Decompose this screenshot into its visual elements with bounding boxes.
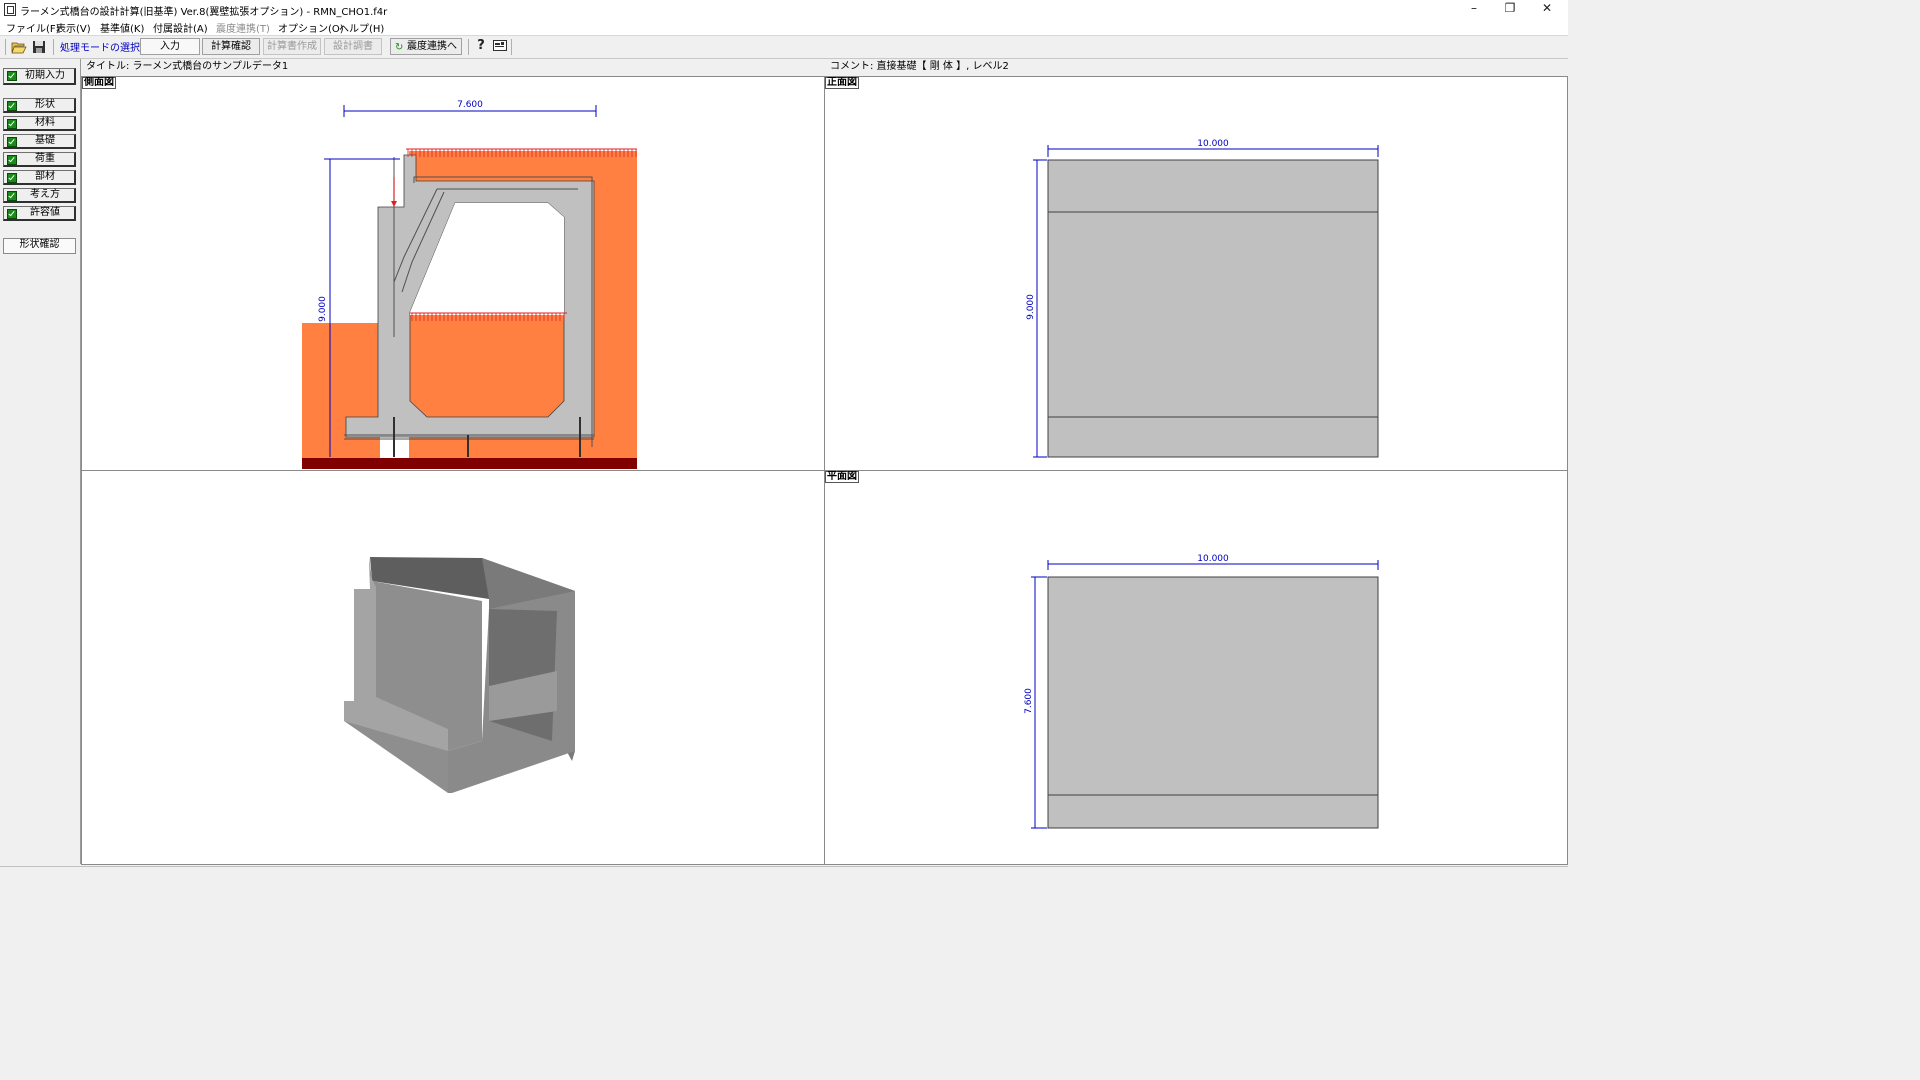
toolbar-grip (5, 39, 6, 55)
data-title: タイトル: ラーメン式橋台のサンプルデータ1 (86, 59, 821, 76)
title-bar: ラーメン式橋台の設計計算(旧基準) Ver.8(翼壁拡張オプション) - RMN… (0, 0, 1568, 18)
dim-width-text: 10.000 (1197, 139, 1229, 149)
dim-height-text: 7.600 (1024, 688, 1034, 714)
folder-open-icon[interactable] (11, 39, 27, 55)
initial-input-label: 初期入力 (25, 70, 65, 81)
floppy-save-icon[interactable] (31, 39, 47, 55)
sidebar-item-approach[interactable]: 考え方 (3, 188, 76, 203)
restore-button[interactable]: ❐ (1490, 0, 1530, 18)
data-comment: コメント: 直接基礎【 剛 体 】, レベル2 (830, 59, 1560, 76)
close-button[interactable]: ✕ (1527, 0, 1567, 18)
check-icon (7, 155, 17, 165)
menu-help[interactable]: ヘルプ(H) (339, 20, 384, 35)
check-icon (7, 173, 17, 183)
foundation-base (302, 458, 637, 469)
side-view-pane[interactable]: 側面図 7.600 9.000 (81, 76, 825, 471)
sidebar-item-load[interactable]: 荷重 (3, 152, 76, 167)
toolbar-separator (511, 39, 512, 55)
sidebar-item-label: 許容値 (30, 207, 60, 218)
app-icon (4, 3, 16, 16)
sidebar-item-allowable[interactable]: 許容値 (3, 206, 76, 221)
menu-bar: ファイル(F) 表示(V) 基準値(K) 付属設計(A) 震度連携(T) オプシ… (0, 18, 1568, 36)
front-view-body (1047, 159, 1379, 458)
sidebar-item-label: 荷重 (35, 153, 55, 164)
toolbar-separator (53, 39, 54, 55)
seismic-link-button[interactable]: ↻ 震度連携へ (390, 38, 462, 55)
menu-standard-values[interactable]: 基準値(K) (100, 20, 144, 35)
sidebar-item-shape[interactable]: 形状 (3, 98, 76, 113)
menu-file[interactable]: ファイル(F) (6, 20, 60, 35)
sidebar: 初期入力 形状 材料 基礎 荷重 部材 考え方 許容値 形状確認 (0, 59, 81, 864)
check-icon (7, 209, 17, 219)
point-load-arrowhead (391, 201, 397, 207)
window-title: ラーメン式橋台の設計計算(旧基準) Ver.8(翼壁拡張オプション) - RMN… (20, 7, 388, 18)
plan-view-body (1047, 576, 1379, 829)
minimize-button[interactable]: – (1454, 0, 1494, 18)
toolbar-separator (468, 39, 469, 55)
sidebar-item-foundation[interactable]: 基礎 (3, 134, 76, 149)
check-icon (7, 191, 17, 201)
front-view-drawing: 10.000 9.000 (1026, 139, 1379, 458)
dim-height-text: 9.000 (1026, 294, 1036, 320)
dim-width-text: 10.000 (1197, 554, 1229, 564)
dim-width-text: 7.600 (457, 100, 483, 110)
check-icon (7, 71, 17, 81)
help-question-icon[interactable]: ? (474, 38, 488, 54)
input-mode-button[interactable]: 入力 (140, 38, 200, 55)
sidebar-item-label: 形状 (35, 99, 55, 110)
calc-check-button[interactable]: 計算確認 (202, 38, 260, 55)
sidebar-item-material[interactable]: 材料 (3, 116, 76, 131)
seismic-link-label: 震度連携へ (407, 41, 457, 52)
report-create-button[interactable]: 計算書作成 (263, 38, 321, 55)
shape-check-button[interactable]: 形状確認 (3, 238, 76, 254)
plan-view-drawing: 10.000 7.600 (1024, 554, 1379, 829)
sidebar-item-member[interactable]: 部材 (3, 170, 76, 185)
dim-height-text: 9.000 (318, 296, 328, 322)
initial-input-button[interactable]: 初期入力 (3, 68, 76, 85)
check-icon (7, 119, 17, 129)
menu-view[interactable]: 表示(V) (56, 20, 91, 35)
menu-attached-design[interactable]: 付属設計(A) (153, 20, 208, 35)
mode-select-label: 処理モードの選択 (60, 43, 140, 54)
design-sheet-button[interactable]: 設計調書 (324, 38, 382, 55)
menu-options[interactable]: オプション(O) (278, 20, 344, 35)
refresh-icon: ↻ (395, 42, 404, 53)
perspective-view-pane[interactable] (81, 470, 825, 865)
front-soil (302, 323, 380, 458)
sidebar-item-label: 基礎 (35, 135, 55, 146)
status-bar (0, 866, 1568, 883)
menu-seismic-link[interactable]: 震度連携(T) (216, 20, 270, 35)
front-view-pane[interactable]: 正面図 10.000 9.000 (824, 76, 1568, 471)
sidebar-item-label: 考え方 (30, 189, 60, 200)
side-view-drawing: 7.600 9.000 (302, 100, 637, 469)
plan-view-pane[interactable]: 平面図 10.000 7.600 (824, 470, 1568, 865)
check-icon (7, 101, 17, 111)
toolbar: 処理モードの選択 入力 計算確認 計算書作成 設計調書 ↻ 震度連携へ ? (0, 36, 1568, 59)
check-icon (7, 137, 17, 147)
about-icon[interactable] (493, 40, 507, 51)
perspective-drawing (344, 557, 575, 793)
sidebar-item-label: 材料 (35, 117, 55, 128)
sidebar-item-label: 部材 (35, 171, 55, 182)
